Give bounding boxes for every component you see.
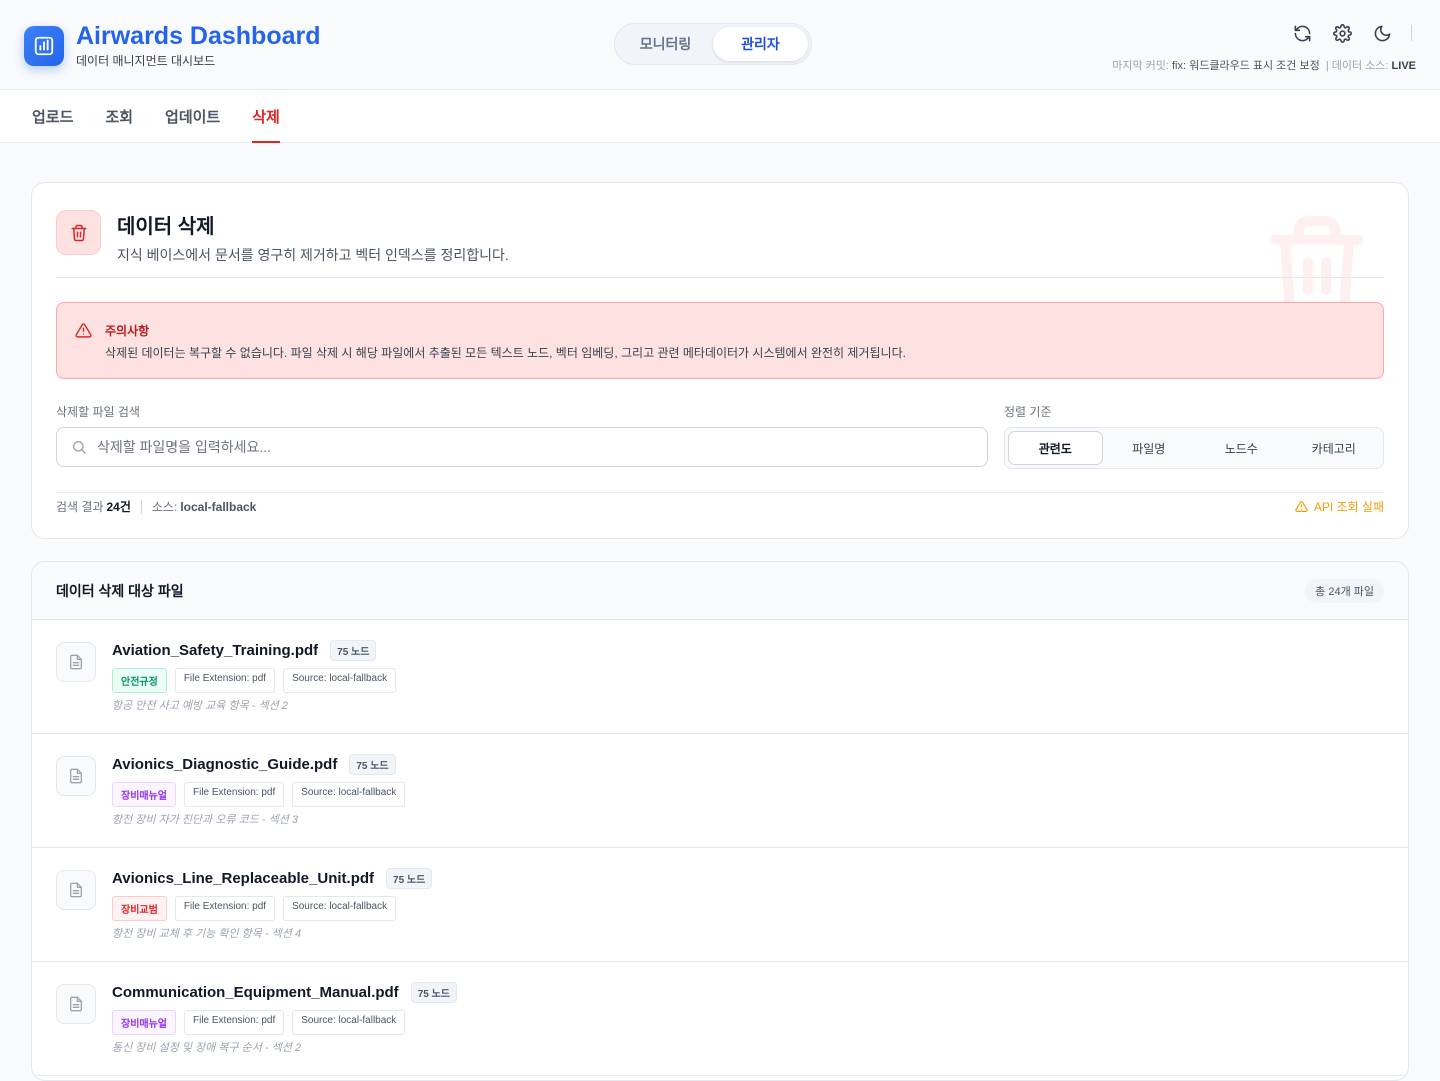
source-tag: Source: local-fallback (283, 668, 397, 693)
warning-text: 삭제된 데이터는 복구할 수 없습니다. 파일 삭제 시 해당 파일에서 추출된… (105, 346, 906, 360)
commit-value: fix: 워드클라우드 표시 조건 보정 (1171, 60, 1320, 72)
search-box (56, 427, 988, 467)
warning-triangle-icon (1295, 501, 1308, 512)
file-description: 항공 안전 사고 예방 교육 항목 - 섹션 2 (112, 700, 288, 712)
main-tabs: 업로드 조회 업데이트 삭제 (0, 90, 1440, 143)
trash-icon (56, 210, 101, 255)
warning-title: 주의사항 (105, 324, 150, 338)
node-count-badge: 75 노드 (349, 754, 396, 775)
file-description: 항전 장비 자가 진단과 오류 코드 - 섹션 3 (112, 814, 299, 826)
file-name: Avionics_Line_Replaceable_Unit.pdf (112, 870, 375, 887)
warning-triangle-icon (75, 322, 92, 344)
app-title: Airwards Dashboard (76, 22, 321, 50)
node-count-badge: 75 노드 (330, 640, 377, 661)
sort-relevance-button[interactable]: 관련도 (1008, 431, 1103, 465)
divider (56, 492, 1384, 493)
commit-label: 마지막 커밋: (1112, 60, 1169, 72)
tab-delete[interactable]: 삭제 (252, 90, 280, 143)
header-divider (1411, 25, 1412, 41)
node-count-badge: 75 노드 (386, 868, 433, 889)
divider (140, 499, 142, 514)
file-document-icon (56, 984, 96, 1024)
extension-tag: File Extension: pdf (184, 1010, 285, 1035)
file-name-row: Aviation_Safety_Training.pdf 75 노드 (112, 640, 377, 661)
bar-chart-icon (24, 25, 64, 66)
tab-update[interactable]: 업데이트 (165, 90, 220, 143)
result-count: 24건 (106, 500, 131, 514)
tab-upload[interactable]: 업로드 (32, 90, 73, 143)
warning-box: 주의사항 삭제된 데이터는 복구할 수 없습니다. 파일 삭제 시 해당 파일에… (56, 302, 1384, 379)
header-actions (1291, 22, 1412, 44)
sort-nodecount-button[interactable]: 노드수 (1195, 431, 1288, 465)
file-tags: 장비교범 File Extension: pdf Source: local-f… (112, 896, 397, 921)
app-subtitle: 데이터 매니지먼트 대시보드 (76, 54, 216, 68)
category-tag: 장비매뉴얼 (112, 1010, 176, 1035)
file-row[interactable]: Avionics_Line_Replaceable_Unit.pdf 75 노드… (32, 848, 1408, 962)
mode-admin-button[interactable]: 관리자 (713, 27, 808, 61)
delete-header: 데이터 삭제 지식 베이스에서 문서를 영구히 제거하고 벡터 인덱스를 정리합… (56, 210, 509, 265)
extension-tag: File Extension: pdf (184, 782, 285, 807)
file-document-icon (56, 642, 96, 682)
file-row[interactable]: Communication_Equipment_Manual.pdf 75 노드… (32, 962, 1408, 1076)
file-name: Aviation_Safety_Training.pdf (112, 642, 319, 659)
file-name: Communication_Equipment_Manual.pdf (112, 984, 399, 1001)
page-description: 지식 베이스에서 문서를 영구히 제거하고 벡터 인덱스를 정리합니다. (117, 247, 509, 263)
file-name: Avionics_Diagnostic_Guide.pdf (112, 756, 338, 773)
header-meta: 마지막 커밋: fix: 워드클라우드 표시 조건 보정 | 데이터 소스: L… (1112, 57, 1416, 73)
file-row[interactable]: Avionics_Diagnostic_Guide.pdf 75 노드 장비매뉴… (32, 734, 1408, 848)
file-list-title: 데이터 삭제 대상 파일 (56, 582, 184, 599)
sort-selector: 관련도 파일명 노드수 카테고리 (1004, 427, 1384, 469)
gear-icon[interactable] (1331, 22, 1353, 44)
sort-label: 정렬 기준 (1004, 405, 1052, 419)
category-tag: 장비교범 (112, 896, 167, 921)
app-header: Airwards Dashboard 데이터 매니지먼트 대시보드 모니터링 관… (0, 0, 1440, 90)
source-label: 소스: (151, 500, 178, 514)
delete-panel: 데이터 삭제 지식 베이스에서 문서를 영구히 제거하고 벡터 인덱스를 정리합… (31, 182, 1409, 539)
sort-filename-button[interactable]: 파일명 (1103, 431, 1196, 465)
node-count-badge: 75 노드 (410, 982, 457, 1003)
source-tag: Source: local-fallback (292, 782, 406, 807)
source-tag: Source: local-fallback (292, 1010, 406, 1035)
tab-search[interactable]: 조회 (105, 90, 133, 143)
source-label: | 데이터 소스: (1325, 60, 1389, 72)
mode-switch: 모니터링 관리자 (614, 23, 812, 65)
source-tag: Source: local-fallback (283, 896, 397, 921)
category-tag: 안전규정 (112, 668, 167, 693)
file-list: Aviation_Safety_Training.pdf 75 노드 안전규정 … (32, 620, 1408, 1076)
category-tag: 장비매뉴얼 (112, 782, 176, 807)
moon-icon[interactable] (1371, 22, 1393, 44)
mode-monitoring-button[interactable]: 모니터링 (618, 27, 713, 61)
api-fail-text: API 조회 실패 (1313, 500, 1384, 514)
file-tags: 장비매뉴얼 File Extension: pdf Source: local-… (112, 782, 406, 807)
source-value: LIVE (1391, 60, 1416, 72)
divider (56, 277, 1384, 278)
file-description: 항전 장비 교체 후 기능 확인 항목 - 섹션 4 (112, 928, 302, 940)
sort-category-button[interactable]: 카테고리 (1288, 431, 1381, 465)
file-description: 통신 장비 설정 및 장애 복구 순서 - 섹션 2 (112, 1042, 302, 1054)
source-value: local-fallback (180, 499, 257, 514)
file-name-row: Avionics_Diagnostic_Guide.pdf 75 노드 (112, 754, 396, 775)
file-name-row: Avionics_Line_Replaceable_Unit.pdf 75 노드 (112, 868, 433, 889)
api-fail-status: API 조회 실패 (1295, 498, 1384, 515)
search-result-summary: 검색 결과 24건 소스: local-fallback (56, 498, 256, 515)
search-input[interactable] (97, 439, 947, 455)
file-count-badge: 총 24개 파일 (1305, 578, 1384, 603)
file-row[interactable]: Aviation_Safety_Training.pdf 75 노드 안전규정 … (32, 620, 1408, 734)
file-document-icon (56, 756, 96, 796)
file-tags: 안전규정 File Extension: pdf Source: local-f… (112, 668, 397, 693)
file-list-panel: 데이터 삭제 대상 파일 총 24개 파일 Aviation_Safety_Tr… (31, 561, 1409, 1081)
search-label: 삭제할 파일 검색 (56, 405, 140, 419)
file-tags: 장비매뉴얼 File Extension: pdf Source: local-… (112, 1010, 406, 1035)
page-title: 데이터 삭제 (117, 216, 215, 238)
file-list-header: 데이터 삭제 대상 파일 총 24개 파일 (32, 562, 1408, 620)
search-icon (73, 441, 86, 454)
extension-tag: File Extension: pdf (174, 896, 276, 921)
extension-tag: File Extension: pdf (174, 668, 276, 693)
brand[interactable]: Airwards Dashboard 데이터 매니지먼트 대시보드 (24, 22, 321, 69)
result-label: 검색 결과 (56, 500, 104, 514)
file-name-row: Communication_Equipment_Manual.pdf 75 노드 (112, 982, 457, 1003)
refresh-icon[interactable] (1291, 22, 1313, 44)
file-document-icon (56, 870, 96, 910)
